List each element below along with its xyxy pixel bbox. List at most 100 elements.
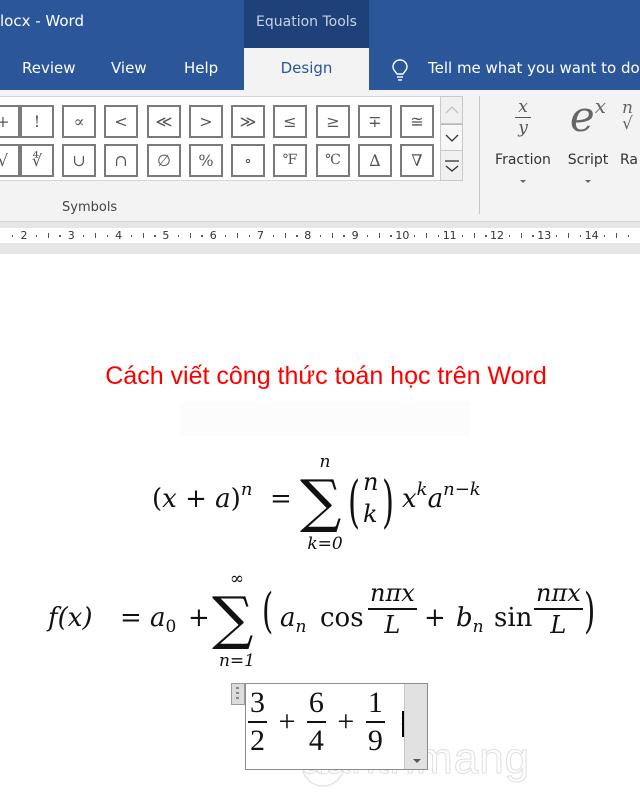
ruler-dot <box>153 235 155 237</box>
gallery-scroll-up-button[interactable] <box>441 97 462 124</box>
tab-review[interactable]: Review <box>22 48 76 90</box>
ruler-dot <box>59 235 61 237</box>
symbol-button[interactable]: ≅ <box>400 105 434 138</box>
ribbon-tabs: Review View Help Design Tell me what you… <box>0 48 640 90</box>
script-icon-base: e <box>569 92 595 141</box>
group-divider <box>479 96 480 214</box>
ruler-number: 14 <box>584 229 599 242</box>
ruler-number: 12 <box>490 229 504 242</box>
an-term: an <box>280 603 306 637</box>
fraction-denominator: 2 <box>250 723 265 757</box>
symbol-button[interactable]: + <box>0 105 20 138</box>
symbol-button[interactable]: ! <box>20 105 54 138</box>
symbol-button[interactable]: > <box>189 105 223 138</box>
ruler-dot <box>367 235 369 237</box>
subscript-n: n <box>472 617 484 637</box>
symbol-button[interactable]: ∩ <box>104 144 138 177</box>
ruler-tick <box>142 233 144 238</box>
ruler-dot <box>295 235 297 237</box>
ruler-tick <box>284 233 286 238</box>
horizontal-ruler[interactable]: 2 3 4 5 6 7 8 9 10 11 12 13 14 <box>0 228 640 243</box>
equals-sign: = <box>270 484 292 514</box>
ruler-tick <box>95 233 97 238</box>
symbol-button[interactable]: ≥ <box>316 105 350 138</box>
ruler-dot <box>603 235 605 237</box>
ruler-tick <box>237 233 239 238</box>
symbol-button[interactable]: % <box>189 144 223 177</box>
ruler-dot <box>106 235 108 237</box>
binom-paren-open: ( <box>348 470 361 535</box>
symbols-group-label: Symbols <box>62 200 118 215</box>
symbol-button[interactable]: ∝ <box>62 105 96 138</box>
subscript-0: 0 <box>165 617 177 637</box>
fraction-numerator: 3 <box>250 686 265 719</box>
binomial-equation[interactable]: (x + a)n = n ∑ k=0 ( n k ) xkan−k <box>150 452 510 559</box>
symbol-button[interactable]: ∜ <box>20 144 54 177</box>
symbol-button[interactable]: ∪ <box>62 144 96 177</box>
radical-button[interactable]: n √ Ra <box>618 96 640 206</box>
script-icon: ex <box>563 92 613 141</box>
symbols-gallery: + ! ∝ < ≪ > ≫ ≤ ≥ ∓ ≅ √ ∜ ∪ ∩ ∅ % ∘ ℉ ℃ … <box>0 96 462 181</box>
fraction-button[interactable]: x y Fraction <box>490 96 556 206</box>
binom-bottom: k <box>363 500 378 528</box>
radical-icon: n √ <box>622 98 633 134</box>
equation-drag-handle[interactable] <box>231 683 245 705</box>
symbol-button[interactable]: ≪ <box>147 105 181 138</box>
fraction-npix-over-L: nπx L <box>368 579 417 639</box>
symbol-button[interactable]: ≤ <box>273 105 307 138</box>
exponent-k: k <box>416 479 428 500</box>
script-label: Script <box>567 152 609 168</box>
ruler-dot <box>343 235 345 237</box>
fraction-denominator: 9 <box>367 723 383 757</box>
symbol-button[interactable]: ℉ <box>273 144 307 177</box>
fraction-bar <box>368 608 417 610</box>
script-button[interactable]: ex Script <box>563 92 613 206</box>
fraction-bar <box>365 721 385 723</box>
document-page[interactable]: Cách viết công thức toán học trên Word (… <box>0 254 640 795</box>
tab-help[interactable]: Help <box>184 48 218 90</box>
ruler-tick <box>189 233 191 238</box>
equation-options-dropdown[interactable] <box>404 684 427 769</box>
symbol-button[interactable]: ℃ <box>316 144 350 177</box>
gallery-more-button[interactable] <box>441 152 462 179</box>
equation-editor[interactable]: 32 + 64 + 19 = <box>245 683 428 770</box>
var-x: x <box>162 484 177 514</box>
tab-design[interactable]: Design <box>244 48 369 90</box>
symbol-button[interactable]: ∘ <box>231 144 265 177</box>
plus-sign: + <box>337 704 355 738</box>
function-f-of-x: f(x) <box>48 603 93 633</box>
var-a: a <box>150 603 166 633</box>
var-a: a <box>280 603 296 633</box>
ruler-number: 4 <box>115 229 123 242</box>
ruler-dot <box>177 235 179 237</box>
symbol-button[interactable]: ≫ <box>231 105 265 138</box>
dropdown-caret-icon <box>520 180 526 183</box>
title-bar: locx - Word Equation Tools <box>0 0 640 48</box>
symbol-button[interactable]: √ <box>0 144 20 177</box>
symbol-button[interactable]: ∅ <box>147 144 181 177</box>
paren-open: ( <box>262 583 274 639</box>
ruler-number: 2 <box>20 229 28 242</box>
fourier-series-equation[interactable]: f(x) = a0 + ∞ ∑ n=1 ( an cos nπx L + bn … <box>48 569 608 674</box>
gallery-scrollbar <box>440 96 463 181</box>
ruler-tick <box>568 233 570 238</box>
var-a: a <box>427 484 444 514</box>
empty-paragraph-highlight <box>180 402 470 436</box>
tab-view[interactable]: View <box>111 48 147 90</box>
ruler-number: 11 <box>442 229 457 242</box>
gallery-scroll-down-button[interactable] <box>441 124 462 151</box>
symbol-button[interactable]: < <box>104 105 138 138</box>
ruler-number: 7 <box>257 229 264 242</box>
text-cursor <box>402 711 404 737</box>
ruler-number: 10 <box>395 229 410 242</box>
document-heading: Cách viết công thức toán học trên Word <box>105 362 547 390</box>
symbol-button[interactable]: ∓ <box>358 105 392 138</box>
fraction-sum-equation: 32 + 64 + 19 = <box>248 686 417 758</box>
ruler-dot <box>319 235 321 237</box>
lightbulb-icon <box>392 59 408 81</box>
symbol-button[interactable]: ∇ <box>400 144 434 177</box>
equals-sign: = <box>120 603 142 633</box>
paren-close: ) <box>230 484 241 514</box>
ruler-dot <box>225 235 227 237</box>
symbol-button[interactable]: ∆ <box>358 144 392 177</box>
